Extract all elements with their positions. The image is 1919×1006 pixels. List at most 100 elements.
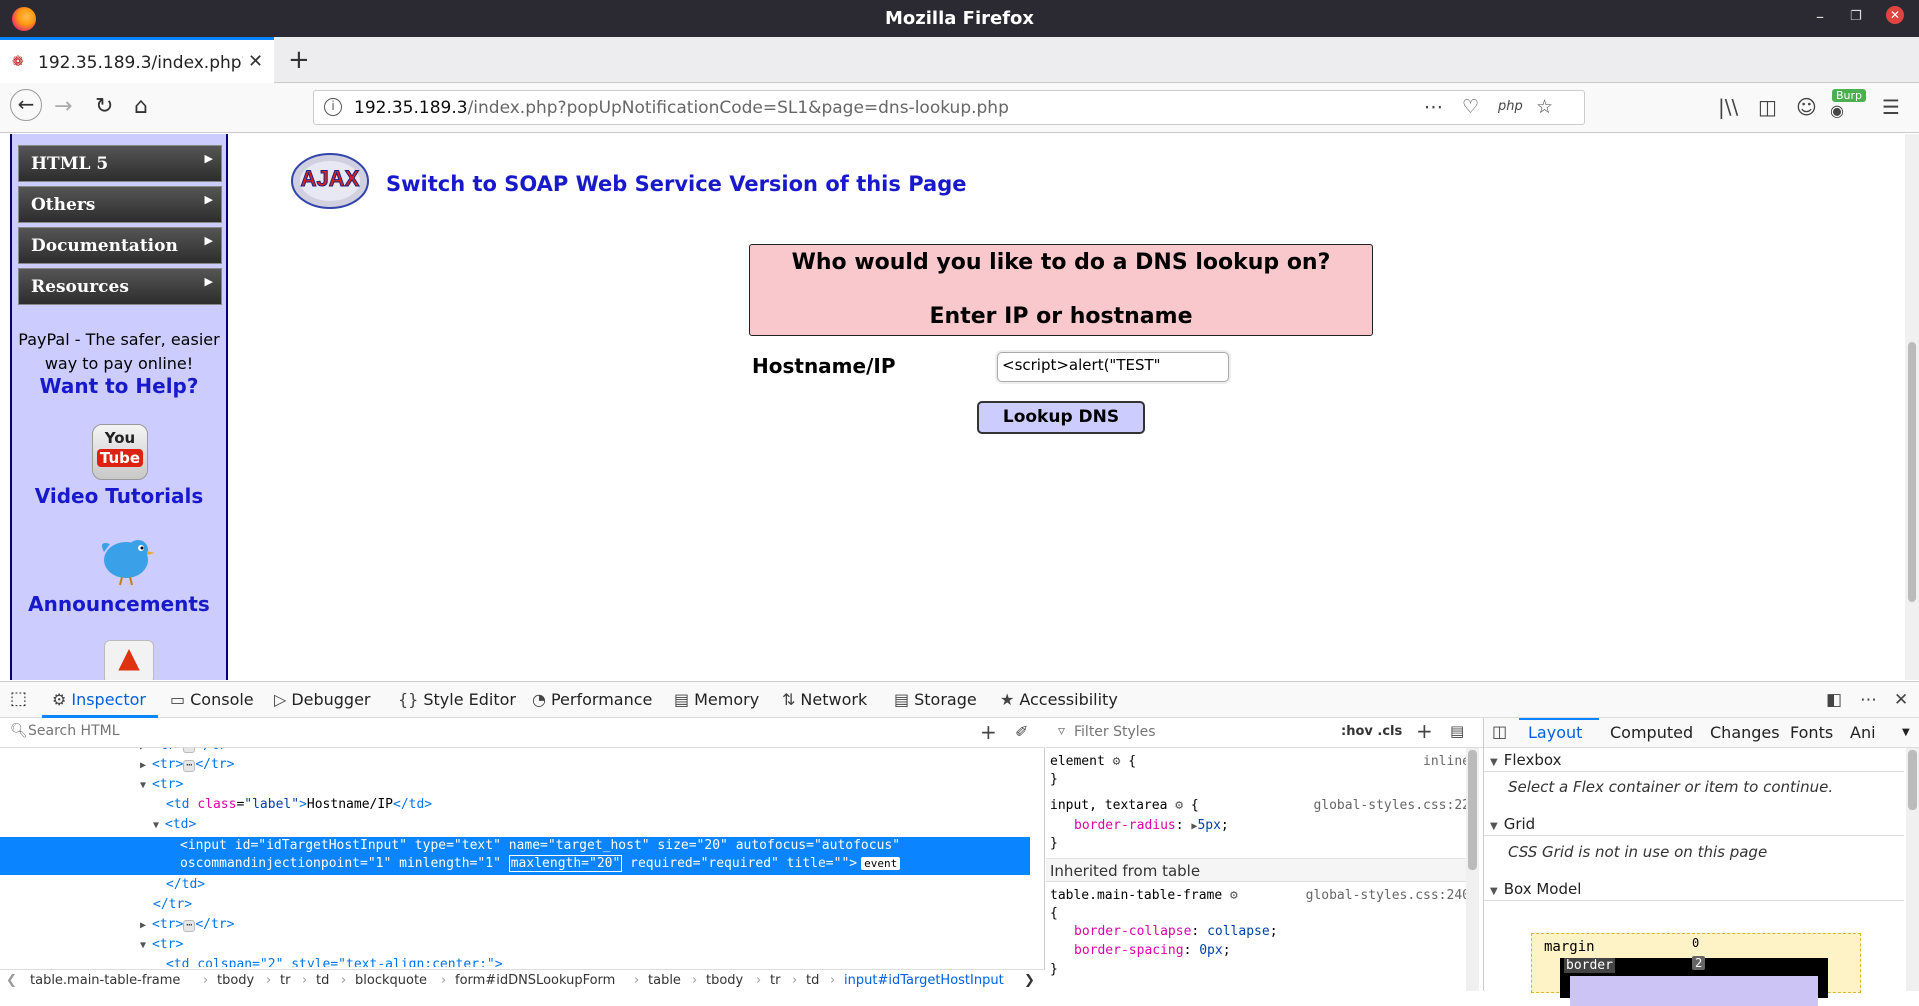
tab-computed[interactable]: Computed [1610,723,1693,742]
tab-debugger[interactable]: ▷ Debugger [274,690,371,709]
devtools-options-icon[interactable]: ⋯ [1860,690,1877,710]
boxmodel-section-header[interactable]: ▼ Box Model [1484,877,1904,901]
rule-source[interactable]: inline [1423,754,1470,769]
tab-memory[interactable]: ▤ Memory [674,690,759,709]
browser-tab[interactable]: ❁ 192.35.189.3/index.php?popUpNotificati… [0,37,274,83]
layout-scrollbar[interactable] [1906,748,1919,991]
lookup-dns-button[interactable]: Lookup DNS [977,401,1145,434]
want-to-help-link[interactable]: Want to Help? [12,374,226,398]
element-rule[interactable]: element ⚙ {inline [1050,754,1470,769]
breadcrumb-item[interactable]: tr [770,973,780,988]
flexbox-section-header[interactable]: ▼ Flexbox [1484,748,1904,772]
tab-changes[interactable]: Changes [1710,723,1780,742]
eyedropper-icon[interactable]: ✐ [1015,722,1028,741]
youtube-icon[interactable]: You Tube [92,424,148,480]
dock-side-icon[interactable]: ◧ [1826,690,1842,710]
rule-declaration[interactable]: border-radius: ▶5px; [1074,818,1494,833]
add-node-icon[interactable]: + [980,720,997,744]
menu-item-others[interactable]: Others ▶ [18,186,222,223]
rule-declaration[interactable]: border-spacing: 0px; [1074,943,1494,958]
tab-network[interactable]: ⇅ Network [782,690,867,709]
minimize-icon[interactable]: – [1816,7,1824,26]
breadcrumb-item[interactable]: td [806,973,819,988]
new-tab-icon[interactable]: + [288,45,310,75]
selected-input-node[interactable]: <input id="idTargetHostInput" type="text… [0,837,1030,875]
pocket-icon[interactable]: ♡ [1462,96,1479,118]
breadcrumb-item[interactable]: blockquote [355,973,427,988]
site-info-icon[interactable]: i [324,98,342,116]
tab-fonts[interactable]: Fonts [1790,723,1833,742]
bookmark-star-icon[interactable]: ☆ [1536,96,1553,118]
tree-row[interactable]: ▶ <tr>⋯</tr> [0,757,1030,776]
filter-styles-input[interactable] [1074,724,1314,740]
search-html-input[interactable] [28,723,748,739]
tree-row[interactable]: </td> [0,877,1030,896]
library-icon[interactable]: |\\ [1718,95,1738,119]
tree-row[interactable]: </tr> [0,897,1030,916]
close-window-icon[interactable]: ✕ [1886,6,1904,24]
tree-row[interactable]: ▼ <tr> [0,777,1030,796]
tree-row[interactable]: <td colspan="2" style="text-align:center… [0,957,1030,967]
rule-source[interactable]: global-styles.css:22 [1313,798,1470,813]
burp-extension-icon[interactable]: ◉ [1830,101,1844,120]
close-devtools-icon[interactable]: ✕ [1894,690,1908,710]
tab-accessibility[interactable]: ★ Accessibility [1000,690,1118,709]
maxlength-attribute-edit[interactable]: maxlength="20" [508,855,623,872]
rule-declaration[interactable]: border-collapse: collapse; [1074,924,1494,939]
tree-row[interactable]: ▼ <td> [0,817,1030,836]
tab-inspector[interactable]: ⚙ Inspector [52,690,146,709]
event-badge[interactable]: event [861,857,901,870]
restore-icon[interactable]: ❐ [1850,9,1862,24]
video-tutorials-link[interactable]: Video Tutorials [12,484,226,508]
border-top-value[interactable]: 2 [1692,956,1706,970]
page-actions-icon[interactable]: ⋯ [1424,96,1443,118]
menu-icon[interactable]: ☰ [1882,95,1900,119]
print-media-icon[interactable]: ▤ [1450,722,1464,740]
page-scrollbar[interactable] [1905,134,1919,680]
rules-scrollbar-thumb[interactable] [1468,750,1477,870]
margin-top-value[interactable]: 0 [1692,936,1699,950]
close-tab-icon[interactable]: ✕ [248,51,263,72]
tab-style-editor[interactable]: {} Style Editor [398,690,516,709]
back-icon[interactable]: ← [10,89,42,121]
tab-performance[interactable]: ◔ Performance [532,690,652,709]
breadcrumb-scroll-left-icon[interactable]: ❮ [6,973,17,988]
announcements-link[interactable]: Announcements [12,592,226,616]
php-icon[interactable]: php [1498,99,1523,114]
menu-item-documentation[interactable]: Documentation ▶ [18,227,222,264]
breadcrumb-item[interactable]: table [648,973,681,988]
menu-item-resources[interactable]: Resources ▶ [18,268,222,305]
table-rule[interactable]: table.main-table-frame ⚙ global-styles.cs… [1050,888,1470,903]
page-scrollbar-thumb[interactable] [1908,342,1916,602]
rule-source[interactable]: global-styles.css:240 [1306,888,1470,903]
toggle-sidebar-icon[interactable]: ◫ [1492,722,1507,741]
address-bar[interactable]: i 192.35.189.3/index.php?popUpNotificati… [313,90,1585,125]
hov-cls-toggle[interactable]: :hov .cls [1341,724,1402,739]
soap-version-link[interactable]: Switch to SOAP Web Service Version of th… [386,172,966,196]
breadcrumb-item[interactable]: tbody [217,973,254,988]
tree-row[interactable]: <td class="label">Hostname/IP</td> [0,797,1030,816]
sidebar-toggle-icon[interactable]: ◫ [1758,95,1777,119]
chevron-down-icon[interactable]: ▼ [1902,727,1910,738]
breadcrumb-item[interactable]: tr [280,973,290,988]
layout-scrollbar-thumb[interactable] [1908,750,1917,810]
pdf-icon[interactable]: ▲ [104,640,154,680]
breadcrumb-item-selected[interactable]: input#idTargetHostInput [844,973,1004,988]
hostname-input[interactable]: <script>alert("TEST" [997,352,1229,382]
reload-icon[interactable]: ↻ [95,94,113,119]
input-rule[interactable]: input, textarea ⚙ {global-styles.css:22 [1050,798,1470,813]
menu-item-html5[interactable]: HTML 5 ▶ [18,145,222,182]
breadcrumb-item[interactable]: form#idDNSLookupForm [455,973,615,988]
tab-animations[interactable]: Ani [1850,723,1876,742]
tree-row[interactable]: ▼ <tr> [0,937,1030,956]
account-icon[interactable]: ☺ [1796,95,1817,119]
tab-console[interactable]: ▭ Console [170,690,254,709]
breadcrumb-item[interactable]: td [316,973,329,988]
tab-storage[interactable]: ▤ Storage [894,690,977,709]
rules-scrollbar[interactable] [1466,748,1479,991]
tab-layout[interactable]: Layout [1528,723,1582,742]
twitter-bird-icon[interactable] [96,532,156,586]
breadcrumb-scroll-right-icon[interactable]: ❯ [1024,973,1035,988]
grid-section-header[interactable]: ▼ Grid [1484,812,1904,836]
element-picker-icon[interactable]: ⬚ [10,688,27,709]
